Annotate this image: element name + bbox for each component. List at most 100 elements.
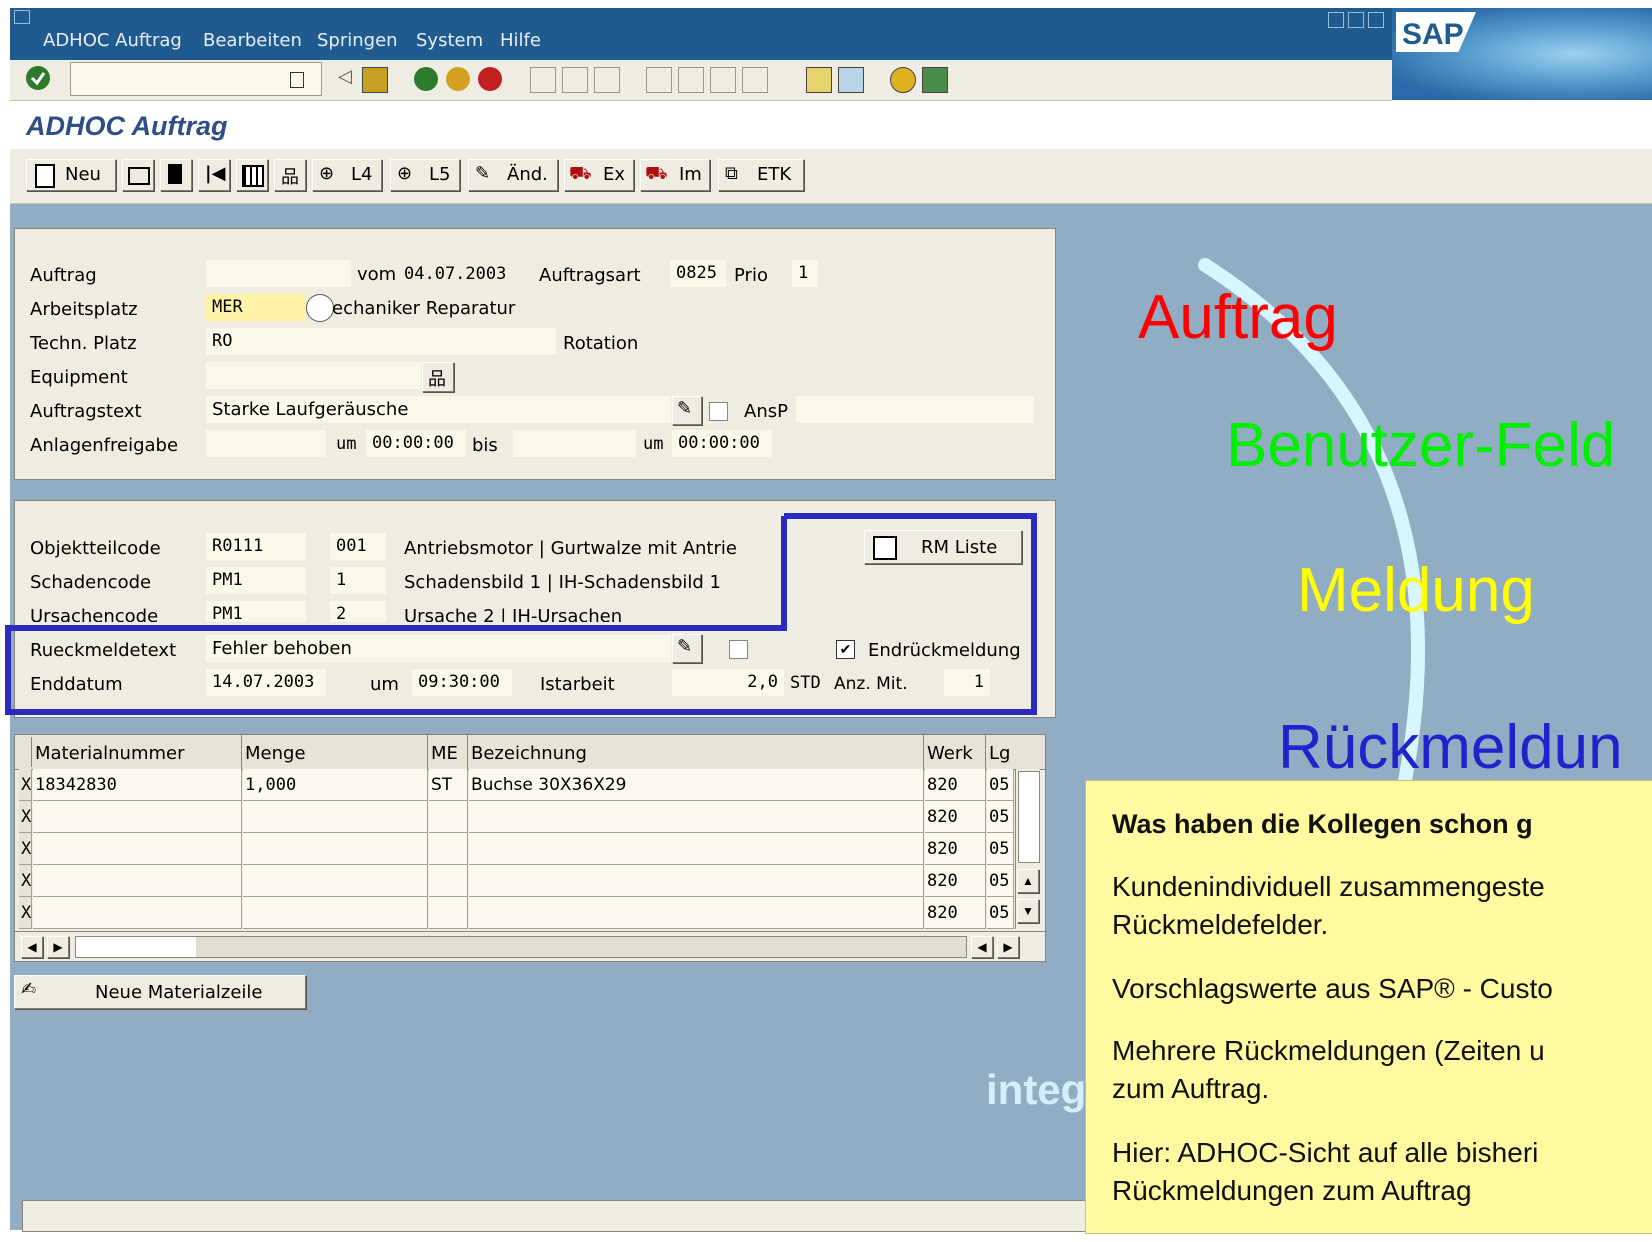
minimize-icon[interactable] — [1328, 12, 1344, 28]
auftrag-field[interactable] — [206, 260, 351, 287]
table-cell-matnr[interactable] — [33, 801, 242, 833]
table-cell-matnr[interactable]: 18342830 — [33, 769, 242, 801]
freigabe-time-from-field[interactable]: 00:00:00 — [366, 430, 466, 457]
col-materialnummer[interactable]: Materialnummer — [35, 743, 184, 764]
export-button[interactable]: ⛟ Ex — [564, 159, 634, 191]
auftragsart-field[interactable]: 0825 — [670, 260, 726, 287]
cancel-icon[interactable] — [478, 67, 502, 91]
table-cell-menge[interactable] — [243, 897, 428, 929]
scroll-left-button[interactable]: ◀ — [21, 936, 43, 958]
hscroll-track[interactable] — [75, 936, 967, 958]
new-session-icon[interactable] — [806, 67, 832, 93]
freigabe-date-from-field[interactable] — [206, 430, 326, 457]
last-page-icon[interactable] — [742, 67, 768, 93]
table-cell-werk[interactable]: 820 — [925, 833, 986, 865]
table-cell-lg[interactable]: 05 — [987, 801, 1014, 833]
table-cell-mark[interactable]: X — [19, 801, 32, 833]
change-button[interactable]: ✎ Änd. — [468, 159, 558, 191]
scroll-down-button[interactable]: ▼ — [1017, 899, 1039, 923]
techn-platz-field[interactable]: RO — [206, 328, 556, 355]
table-cell-lg[interactable]: 05 — [987, 769, 1014, 801]
freigabe-date-to-field[interactable] — [513, 430, 636, 457]
vertical-scrollbar[interactable]: ▲ ▼ — [1015, 769, 1040, 929]
table-cell-matnr[interactable] — [33, 865, 242, 897]
exit-icon[interactable] — [446, 67, 470, 91]
table-cell-me[interactable] — [429, 865, 468, 897]
etk-button[interactable]: ⧉ ETK — [718, 159, 804, 191]
col-bezeichnung[interactable]: Bezeichnung — [471, 743, 587, 764]
next-page-icon[interactable] — [710, 67, 736, 93]
col-lg[interactable]: Lg — [989, 743, 1010, 764]
table-cell-me[interactable]: ST — [429, 769, 468, 801]
table-row[interactable]: X 18342830 1,000 ST Buchse 30X36X29 820 05 — [15, 769, 1015, 801]
table-cell-lg[interactable]: 05 — [987, 897, 1014, 929]
maximize-icon[interactable] — [1348, 12, 1364, 28]
table-cell-matnr[interactable] — [33, 897, 242, 929]
table-cell-me[interactable] — [429, 897, 468, 929]
col-me[interactable]: ME — [431, 743, 458, 764]
scroll-left-button-2[interactable]: ◀ — [971, 936, 993, 958]
menu-item-hilfe[interactable]: Hilfe — [500, 30, 541, 51]
table-cell-menge[interactable] — [243, 833, 428, 865]
first-page-icon[interactable] — [646, 67, 672, 93]
menu-item-springen[interactable]: Springen — [317, 30, 398, 51]
table-row[interactable]: X 820 05 — [15, 897, 1015, 929]
select-all-cell[interactable] — [19, 737, 32, 767]
hscroll-thumb[interactable] — [76, 937, 196, 957]
menu-item-adhoc[interactable]: ADHOC Auftrag — [43, 30, 182, 51]
command-history-icon[interactable] — [290, 72, 304, 88]
auftragstext-field[interactable]: Starke Laufgeräusche — [206, 396, 671, 423]
scroll-right-button-2[interactable]: ▶ — [997, 936, 1019, 958]
col-werk[interactable]: Werk — [927, 743, 973, 764]
longtext-edit-button[interactable]: ✎ — [672, 396, 702, 425]
table-cell-mark[interactable]: X — [19, 769, 32, 801]
window-icon[interactable] — [14, 10, 30, 24]
table-cell-me[interactable] — [429, 801, 468, 833]
import-button[interactable]: ⛟ Im — [640, 159, 710, 191]
equipment-hierarchy-button[interactable]: 品 — [422, 362, 454, 392]
scroll-thumb[interactable] — [1018, 771, 1040, 863]
enter-check-icon[interactable] — [26, 66, 50, 90]
table-cell-matnr[interactable] — [33, 833, 242, 865]
table-cell-me[interactable] — [429, 833, 468, 865]
first-button[interactable]: |◀ — [198, 159, 230, 191]
table-row[interactable]: X 820 05 — [15, 833, 1015, 865]
table-row[interactable]: X 820 05 — [15, 865, 1015, 897]
prio-field[interactable]: 1 — [792, 260, 818, 287]
print-button[interactable] — [122, 159, 154, 191]
scroll-right-button[interactable]: ▶ — [47, 936, 69, 958]
table-cell-bez[interactable]: Buchse 30X36X29 — [469, 769, 924, 801]
table-button[interactable] — [236, 159, 268, 191]
auftragstext-checkbox[interactable] — [709, 402, 728, 421]
popup-icon[interactable] — [306, 294, 334, 322]
ansp-field[interactable] — [796, 396, 1034, 423]
new-button[interactable]: Neu — [26, 159, 116, 191]
film-button[interactable] — [160, 159, 192, 191]
menu-item-system[interactable]: System — [416, 30, 483, 51]
table-cell-lg[interactable]: 05 — [987, 833, 1014, 865]
table-cell-werk[interactable]: 820 — [925, 897, 986, 929]
arbeitsplatz-field[interactable]: MER — [206, 294, 306, 321]
scroll-up-button[interactable]: ▲ — [1017, 869, 1039, 893]
table-cell-werk[interactable]: 820 — [925, 801, 986, 833]
table-cell-bez[interactable] — [469, 833, 924, 865]
col-menge[interactable]: Menge — [245, 743, 306, 764]
save-icon[interactable] — [362, 67, 388, 93]
table-cell-lg[interactable]: 05 — [987, 865, 1014, 897]
table-cell-mark[interactable]: X — [19, 897, 32, 929]
table-cell-werk[interactable]: 820 — [925, 865, 986, 897]
l4-button[interactable]: ⊕ L4 — [312, 159, 382, 191]
menu-item-bearbeiten[interactable]: Bearbeiten — [203, 30, 302, 51]
layout-menu-icon[interactable] — [922, 67, 948, 93]
collapse-arrow-icon[interactable]: ◁ — [338, 66, 352, 87]
find-icon[interactable] — [562, 67, 588, 93]
shortcut-icon[interactable] — [838, 67, 864, 93]
prev-page-icon[interactable] — [678, 67, 704, 93]
table-cell-bez[interactable] — [469, 897, 924, 929]
back-icon[interactable] — [414, 67, 438, 91]
table-cell-menge[interactable]: 1,000 — [243, 769, 428, 801]
freigabe-time-to-field[interactable]: 00:00:00 — [672, 430, 772, 457]
help-icon[interactable] — [890, 67, 916, 93]
equipment-field[interactable] — [206, 362, 421, 389]
table-cell-mark[interactable]: X — [19, 833, 32, 865]
